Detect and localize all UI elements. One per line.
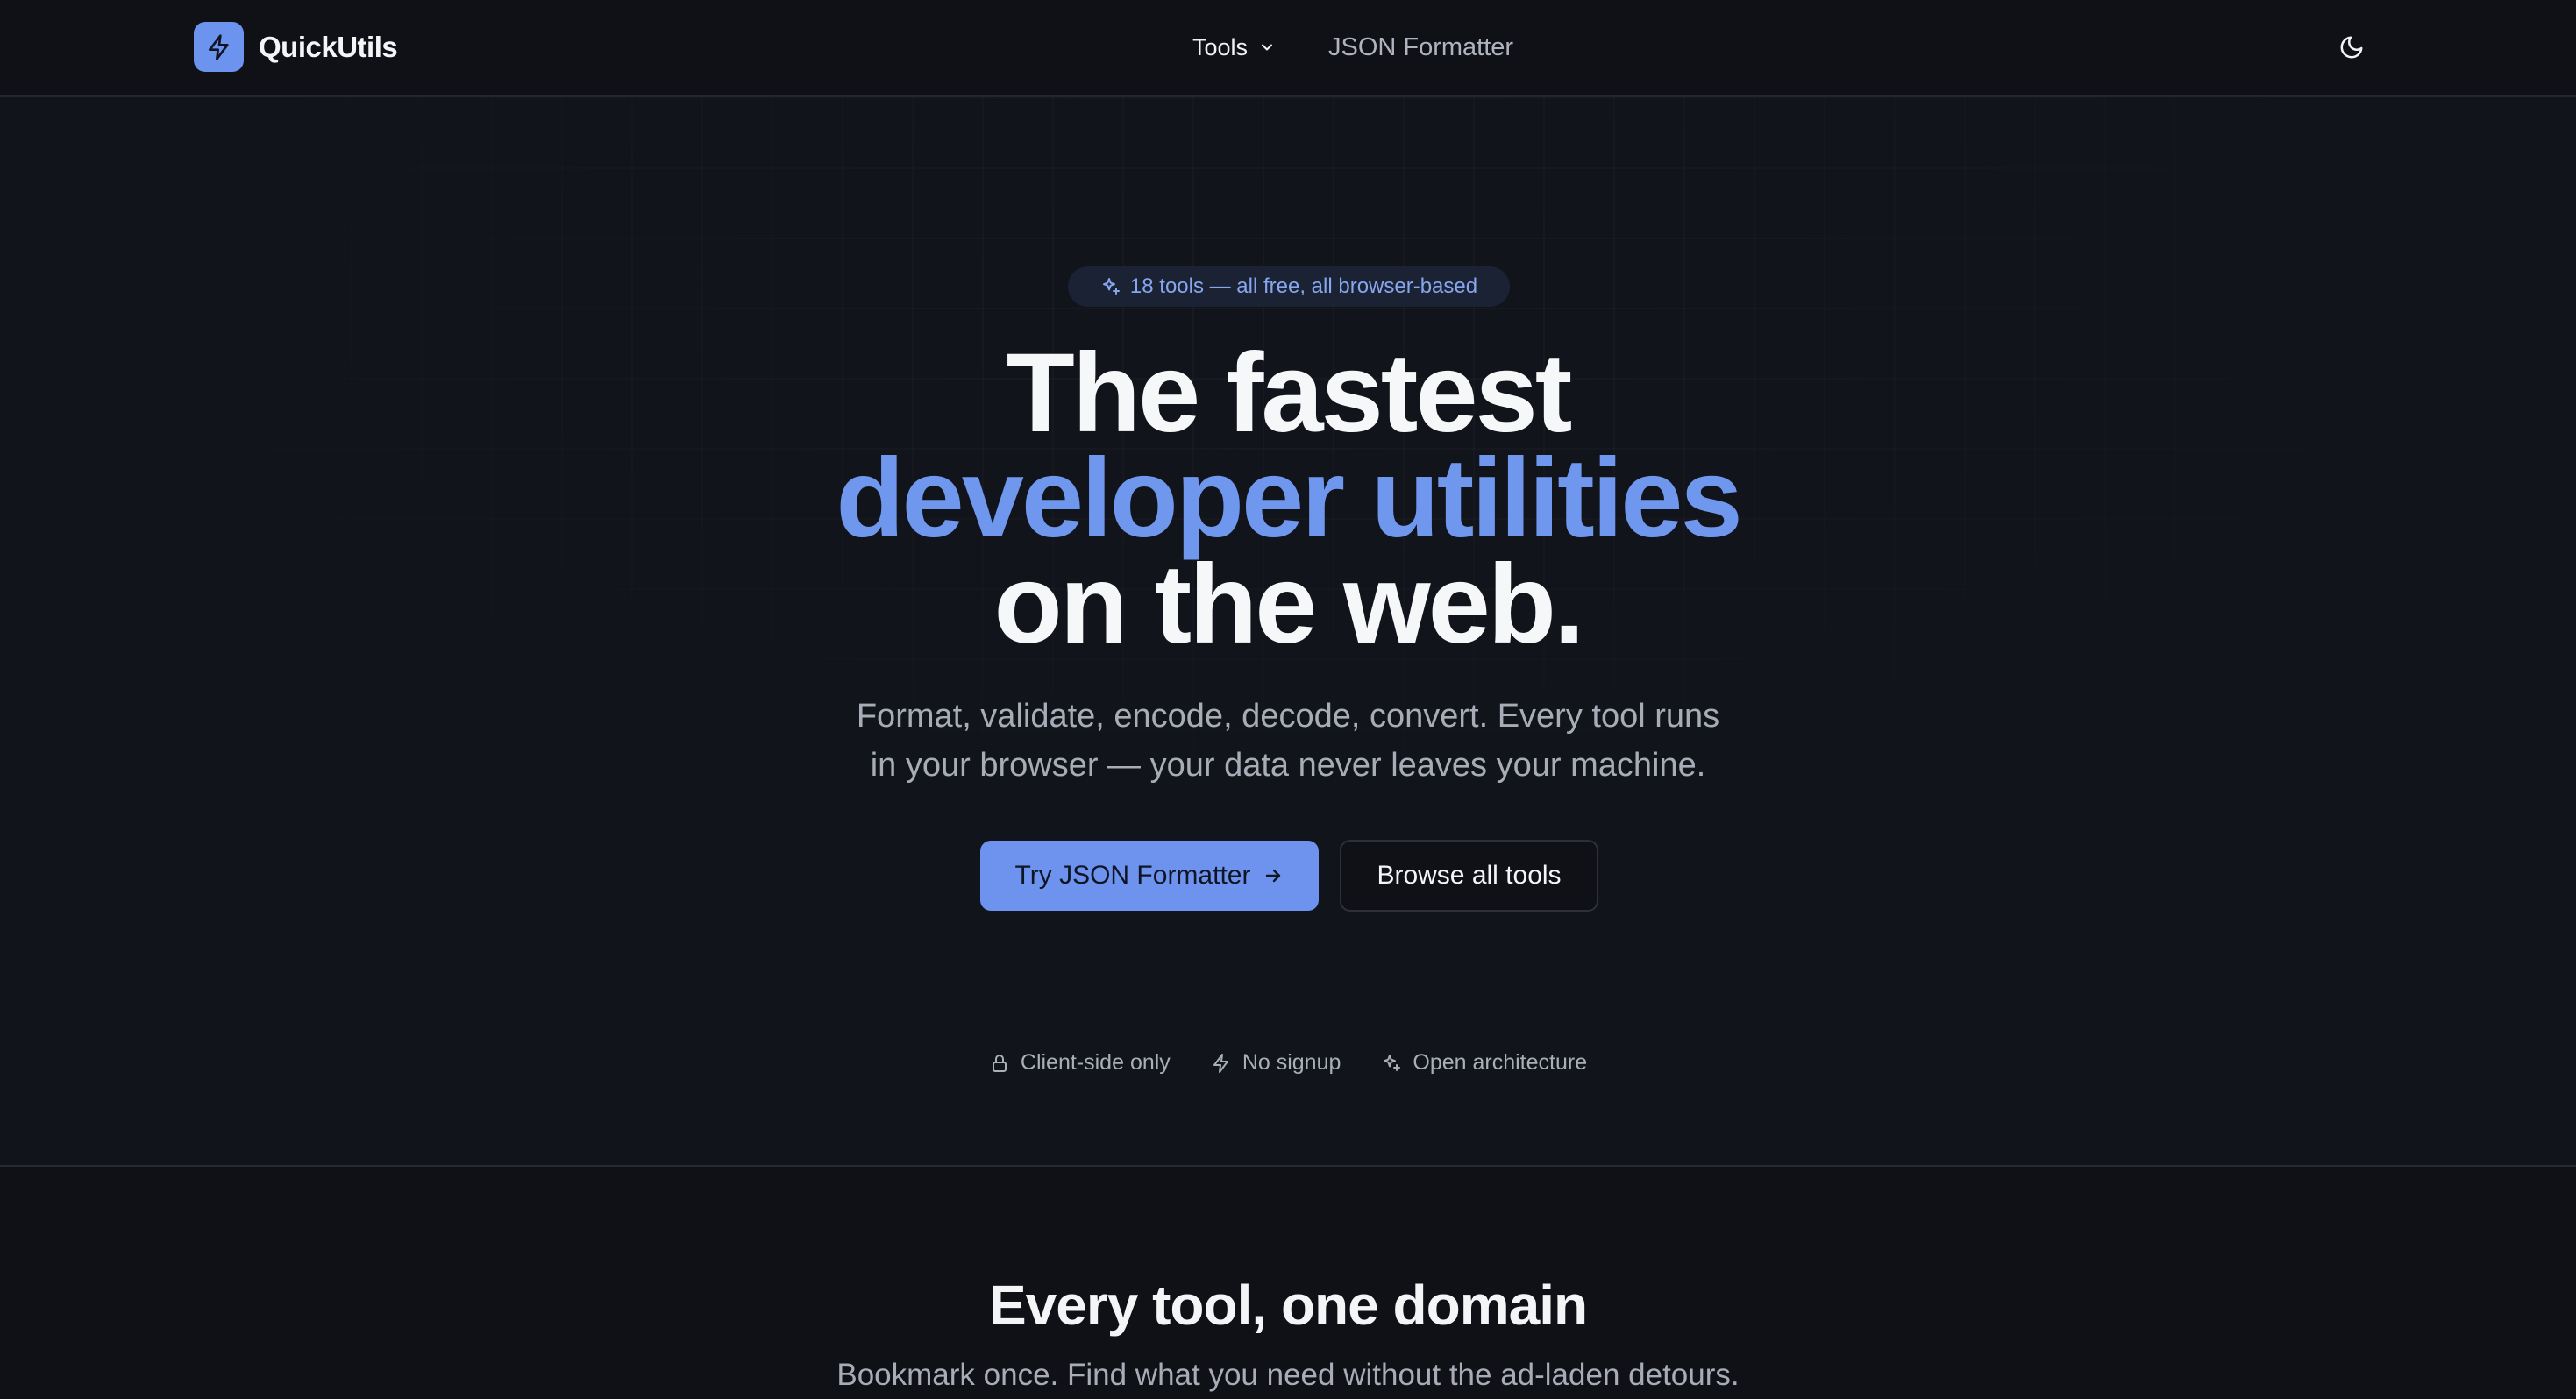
brand-link[interactable]: QuickUtils <box>194 22 398 72</box>
feature-label: Open architecture <box>1413 1050 1588 1075</box>
headline-line-2: developer utilities <box>836 436 1742 561</box>
headline-line-1: The fastest <box>1006 330 1573 456</box>
section-subtitle: Bookmark once. Find what you need withou… <box>836 1358 1740 1392</box>
arrow-right-icon <box>1266 869 1281 883</box>
top-navbar: QuickUtils Tools JSON Formatter <box>0 0 2576 97</box>
lock-icon <box>992 1054 1007 1072</box>
nav-tools-dropdown[interactable]: Tools <box>1192 0 1276 95</box>
hero-section: 18 tools — all free, all browser-based T… <box>0 97 2576 1165</box>
lightning-icon <box>1213 1053 1228 1073</box>
headline-line-3: on the web. <box>993 542 1585 667</box>
try-json-formatter-button[interactable]: Try JSON Formatter <box>980 841 1319 911</box>
chevron-down-icon <box>1258 39 1276 56</box>
hero-subtitle-line-1: Format, validate, encode, decode, conver… <box>856 698 1720 735</box>
section-title: Every tool, one domain <box>988 1274 1588 1337</box>
nav-json-formatter-link[interactable]: JSON Formatter <box>1328 0 1513 95</box>
sparkles-icon <box>1384 1054 1401 1071</box>
tools-count-badge: 18 tools — all free, all browser-based <box>1068 266 1510 307</box>
lightning-icon <box>194 22 244 72</box>
feature-list: Client-side only No signup Open architec… <box>0 1050 2576 1076</box>
sparkles-icon <box>1102 278 1120 295</box>
theme-toggle-button[interactable] <box>2332 28 2371 67</box>
nav-tools-label: Tools <box>1192 33 1249 60</box>
feature-label: No signup <box>1242 1050 1341 1075</box>
page: QuickUtils Tools JSON Formatter 18 tools… <box>0 0 2576 1399</box>
feature-label: Client-side only <box>1020 1050 1171 1075</box>
feature-client-side: Client-side only <box>989 1050 1171 1076</box>
hero-subtitle-line-2: in your browser — your data never leaves… <box>870 747 1706 784</box>
moon-icon <box>2340 36 2363 59</box>
primary-button-label: Try JSON Formatter <box>1014 861 1251 890</box>
feature-open-architecture: Open architecture <box>1381 1050 1587 1076</box>
brand-name: QuickUtils <box>259 30 398 63</box>
feature-no-signup: No signup <box>1211 1050 1341 1076</box>
badge-text: 18 tools — all free, all browser-based <box>1129 274 1478 298</box>
tools-section: Every tool, one domain Bookmark once. Fi… <box>0 1167 2576 1399</box>
browse-all-tools-button[interactable]: Browse all tools <box>1340 840 1598 912</box>
